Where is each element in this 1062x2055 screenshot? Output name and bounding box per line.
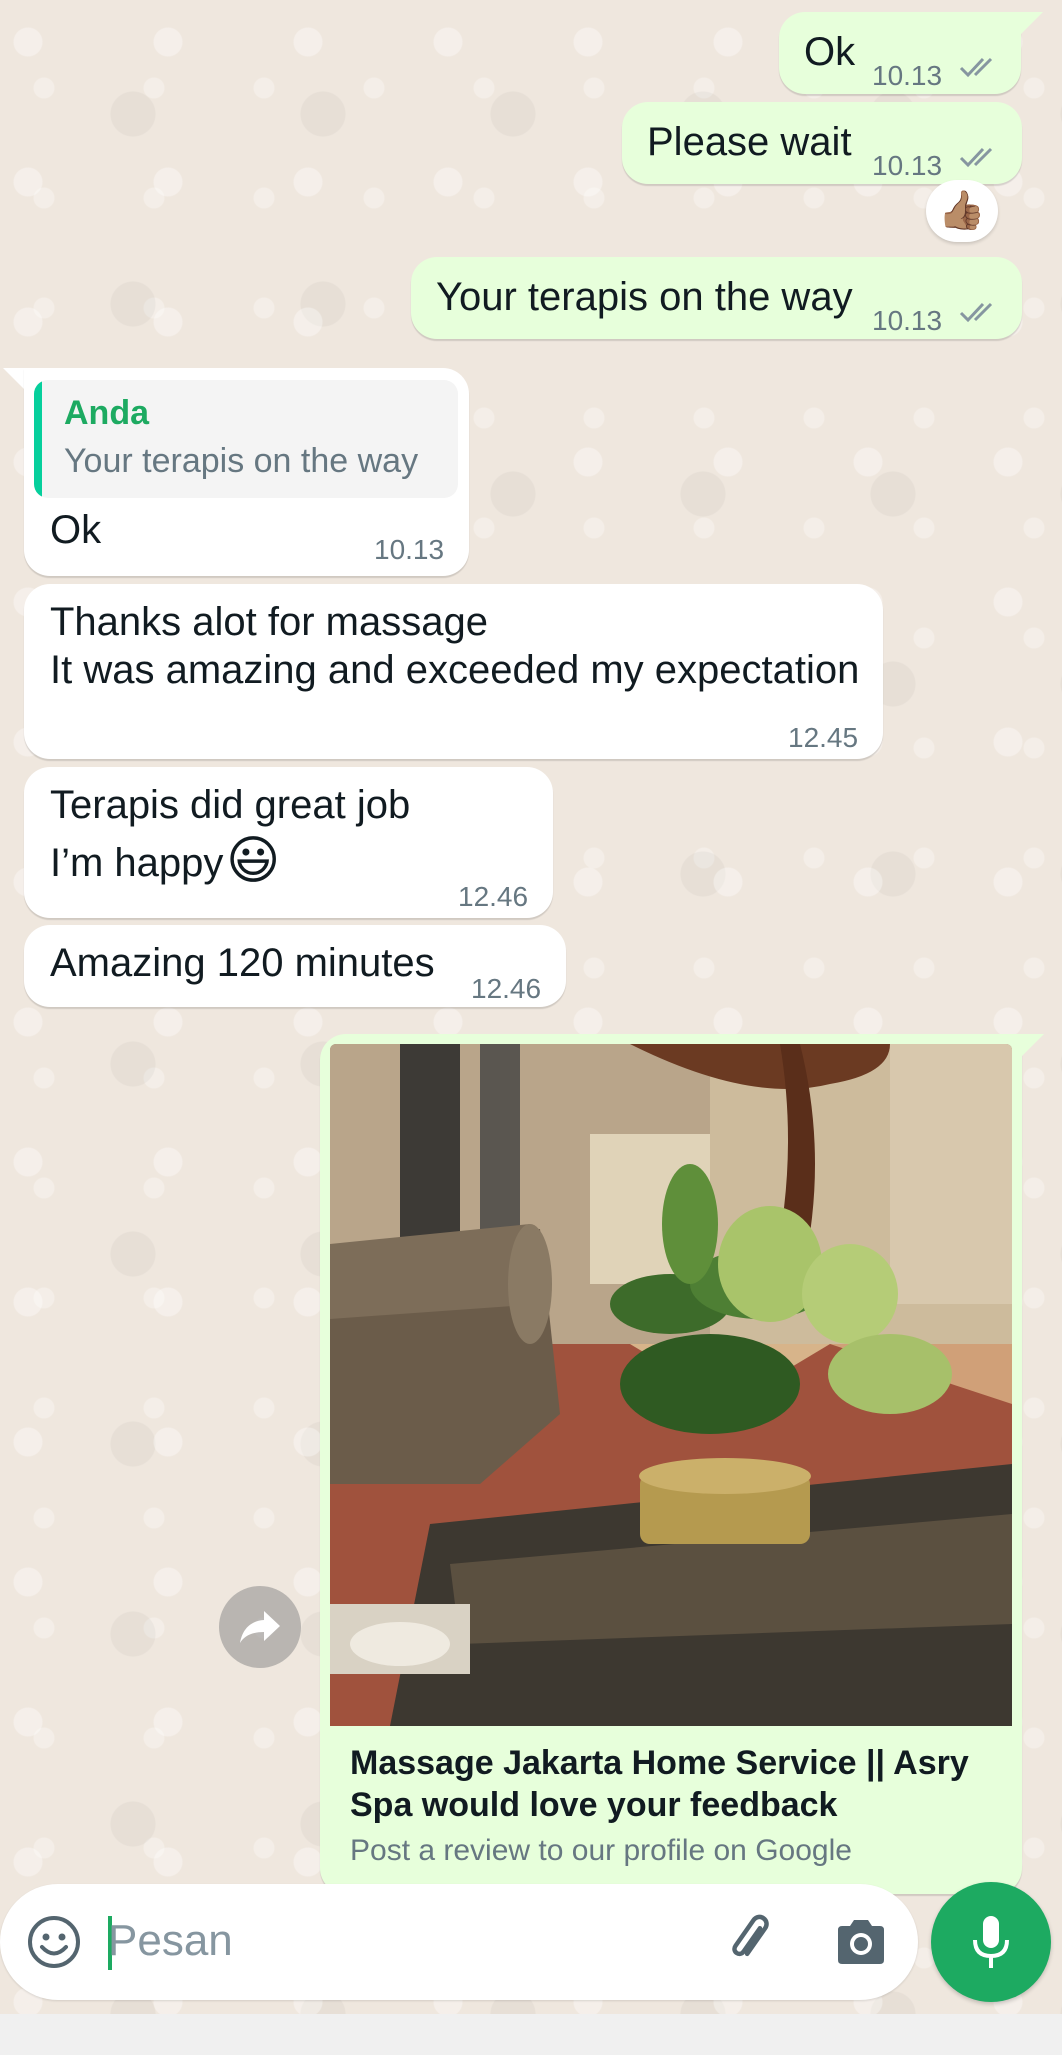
forward-icon [240,1611,280,1643]
double-check-icon [959,147,993,168]
message-time: 12.46 [458,881,529,912]
quoted-message[interactable]: Anda Your terapis on the way [34,380,458,498]
quote-accent-bar [34,380,42,498]
bubble-tail [3,368,25,390]
message-text: Amazing 120 minutes [50,941,435,985]
incoming-message[interactable]: Amazing 120 minutes 12.46 [24,925,566,1007]
bubble-tail [1021,12,1043,34]
message-time: 10.13 [374,534,445,565]
reaction-badge[interactable]: 👍🏽 [926,180,998,242]
message-time: 10.13 [872,150,943,181]
message-text: Your terapis on the way [436,275,853,319]
message-text: Please wait [647,120,852,164]
message-time: 12.46 [471,973,542,1004]
double-check-icon [959,302,993,323]
incoming-message[interactable]: Terapis did great job I’m happy 😃 12.46 [24,767,553,918]
outgoing-message[interactable]: Please wait 10.13 [622,102,1022,184]
double-check-icon [959,57,993,78]
voice-message-button[interactable] [931,1882,1051,2002]
system-navigation-bar [0,2014,1062,2055]
forward-button[interactable] [219,1586,301,1668]
attach-icon[interactable] [722,1912,780,1970]
camera-icon[interactable] [832,1914,890,1970]
message-text-line: I’m happy [50,841,224,885]
outgoing-message[interactable]: Your terapis on the way 10.13 [411,257,1022,339]
quote-author: Anda [64,394,149,432]
emoji-icon[interactable] [26,1914,82,1970]
message-composer[interactable]: Pesan [0,1884,918,2000]
message-text: Ok [804,30,856,74]
bubble-tail [1022,1034,1044,1056]
mic-icon [973,1916,1009,1968]
quote-text: Your terapis on the way [64,442,419,480]
message-input-placeholder[interactable]: Pesan [108,1916,233,1966]
link-preview-subtitle: Post a review to our profile on Google [350,1834,852,1867]
message-text-line: Terapis did great job [50,783,411,827]
message-text-line: Thanks alot for massage [50,600,488,644]
message-text: Ok [50,508,102,552]
message-time: 10.13 [872,60,943,91]
outgoing-message[interactable]: Ok 10.13 [779,12,1021,94]
message-time: 12.45 [788,722,859,753]
message-time: 10.13 [872,305,943,336]
incoming-message[interactable]: Thanks alot for massage It was amazing a… [24,584,883,759]
link-preview-title[interactable]: Massage Jakarta Home Service || Asry Spa… [350,1742,990,1826]
link-preview-image[interactable] [330,1044,1012,1726]
message-text-line: It was amazing and exceeded my expectati… [50,648,860,692]
smiley-emoji: 😃 [226,832,281,890]
